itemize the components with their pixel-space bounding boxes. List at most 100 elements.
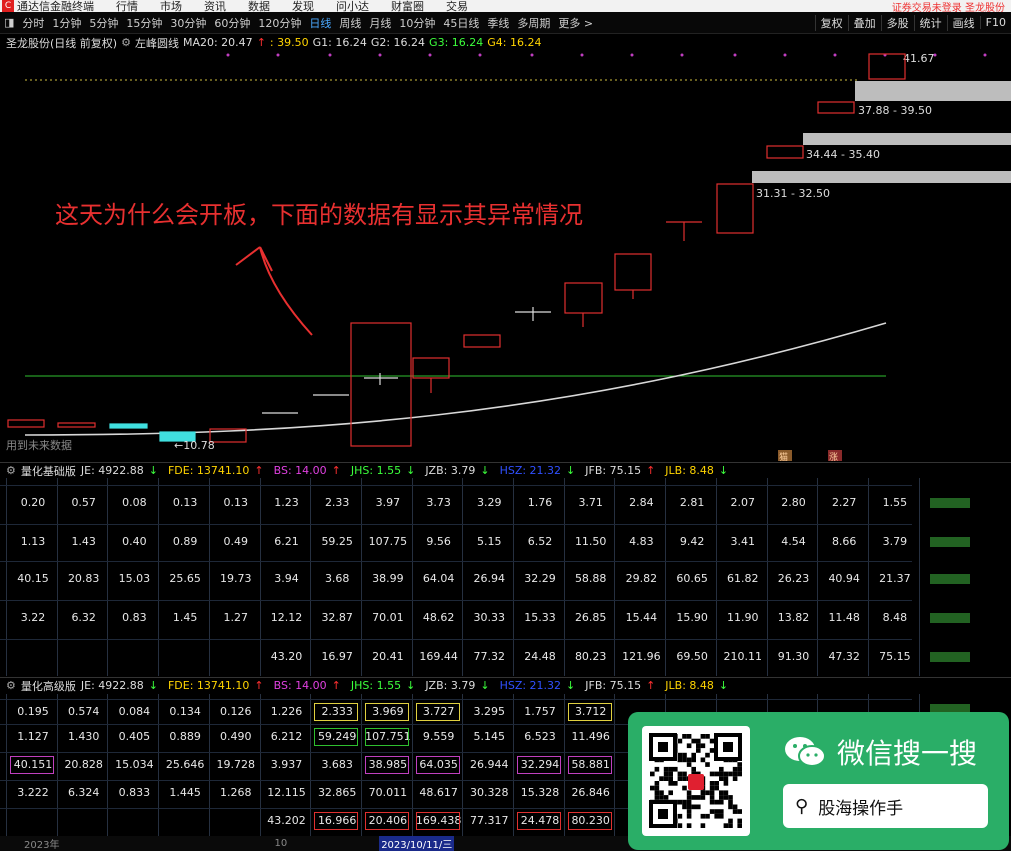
- hsz-value: HSZ: 21.32 ↓: [499, 464, 576, 477]
- table-cell: 1.430: [67, 730, 100, 743]
- table-cell: 0.13: [223, 496, 249, 509]
- resistance-zone-1: [855, 81, 1011, 101]
- cursor-date: 2023/10/11/三: [379, 836, 455, 851]
- tab-10min[interactable]: 10分钟: [395, 15, 439, 31]
- qr-code-icon: [642, 726, 750, 836]
- table-cell: 26.94: [473, 572, 506, 585]
- table-cell: 0.08: [122, 496, 147, 509]
- overlay-button[interactable]: 叠加: [847, 14, 881, 31]
- table-cell: 6.324: [67, 786, 100, 799]
- tab-daily[interactable]: 日线: [305, 15, 335, 31]
- tab-multi-period[interactable]: 多周期: [513, 15, 554, 31]
- table-cell: 25.646: [165, 758, 205, 771]
- tab-60min[interactable]: 60分钟: [210, 15, 254, 31]
- tab-45day[interactable]: 45日线: [439, 15, 483, 31]
- table-cell: 9.559: [422, 730, 455, 743]
- advanced-indicator-header: ⚙ 量化高级版 JE: 4922.88 ↓ FDE: 13741.10 ↑ BS: …: [0, 677, 1011, 693]
- table-cell: 169.44: [419, 650, 458, 663]
- blurred-label: [930, 498, 970, 508]
- wechat-search-banner[interactable]: 微信搜一搜 ⚲ 股海操作手: [628, 712, 1009, 850]
- tab-intraday[interactable]: 分时: [18, 15, 48, 31]
- f10-button[interactable]: F10: [979, 16, 1011, 29]
- tab-120min[interactable]: 120分钟: [254, 15, 305, 31]
- table-cell: 0.49: [223, 535, 249, 548]
- menu-item-app[interactable]: 通达信金融终端: [17, 0, 94, 12]
- table-cell: 1.127: [17, 730, 49, 743]
- highlight-box: [314, 703, 359, 721]
- table-cell: 32.865: [317, 786, 357, 799]
- table-cell: 1.757: [524, 705, 556, 718]
- grid-hline: [0, 639, 912, 640]
- table-cell: 3.71: [578, 496, 603, 509]
- jfb-value: JFB: 75.15 ↑: [585, 679, 656, 692]
- indicator-name[interactable]: 左峰圆线: [135, 35, 179, 51]
- table-cell: 4.83: [629, 535, 654, 548]
- table-cell: 0.195: [17, 705, 49, 718]
- layout-icon[interactable]: ◨: [0, 16, 18, 29]
- tab-15min[interactable]: 15分钟: [122, 15, 166, 31]
- tab-5min[interactable]: 5分钟: [85, 15, 122, 31]
- chart-info-bar: 圣龙股份(日线 前复权) ⚙ 左峰圆线 MA20: 20.47 ↑ : 39.50…: [0, 34, 1011, 51]
- table-cell: 29.82: [625, 572, 658, 585]
- indicator-name[interactable]: 量化基础版: [21, 463, 76, 479]
- table-row: 1.13 1.43 0.40 0.89 0.49 6.21 59.25 107.75 9.56 5…: [0, 532, 1011, 552]
- table-cell: 2.84: [629, 496, 654, 509]
- draw-button[interactable]: 画线: [946, 14, 980, 31]
- table-cell: 15.33: [524, 611, 556, 624]
- menu-item-news[interactable]: 资讯: [204, 0, 226, 12]
- settings-icon[interactable]: ⚙: [6, 679, 16, 692]
- tab-30min[interactable]: 30分钟: [166, 15, 210, 31]
- table-cell: 107.75: [368, 535, 408, 548]
- highlight-box: [415, 756, 460, 774]
- table-cell: 30.33: [473, 611, 506, 624]
- grid-hline: [0, 485, 912, 486]
- candlestick-chart[interactable]: 41.67 37.88 - 39.50 34.44 - 35.40 31.31 …: [0, 51, 1011, 461]
- table-cell: 20.828: [64, 758, 103, 771]
- tab-monthly[interactable]: 月线: [365, 15, 395, 31]
- table-cell: 3.222: [17, 786, 49, 799]
- menu-item-ask[interactable]: 问小达: [336, 0, 369, 12]
- table-cell: 3.22: [20, 611, 46, 624]
- settings-icon[interactable]: ⚙: [6, 464, 16, 477]
- table-cell: 3.68: [324, 572, 350, 585]
- tab-quarterly[interactable]: 季线: [483, 15, 513, 31]
- tick-label: 10: [274, 838, 288, 849]
- bs-value: BS: 14.00 ↑: [273, 464, 341, 477]
- multi-stock-button[interactable]: 多股: [880, 14, 914, 31]
- settings-icon[interactable]: ⚙: [121, 36, 131, 49]
- menu-item-quotes[interactable]: 行情: [116, 0, 138, 12]
- table-cell: 1.55: [882, 496, 908, 509]
- tab-1min[interactable]: 1分钟: [48, 15, 85, 31]
- je-value: JE: 4922.88 ↓: [80, 464, 158, 477]
- table-cell: 61.82: [727, 572, 759, 585]
- table-cell: 1.43: [71, 535, 96, 548]
- tab-weekly[interactable]: 周线: [335, 15, 365, 31]
- menu-item-trade[interactable]: 交易: [446, 0, 468, 12]
- table-cell: 11.50: [574, 535, 607, 548]
- highlight-box: [364, 812, 409, 830]
- menu-item-data[interactable]: 数据: [248, 0, 270, 12]
- wechat-search-box[interactable]: ⚲ 股海操作手: [783, 784, 988, 828]
- adjust-button[interactable]: 复权: [814, 14, 848, 31]
- wechat-icon: [785, 737, 826, 767]
- table-cell: 0.89: [172, 535, 198, 548]
- ma20-value: MA20: 20.47 ↑: [182, 36, 266, 49]
- login-status[interactable]: 证券交易未登录 圣龙股份: [892, 0, 1005, 13]
- table-cell: 80.23: [574, 650, 607, 663]
- menu-item-discover[interactable]: 发现: [292, 0, 314, 12]
- highlight-box: [415, 703, 460, 721]
- highlight-box: [314, 812, 359, 830]
- stats-button[interactable]: 统计: [913, 14, 947, 31]
- table-cell: 0.889: [169, 730, 201, 743]
- hsz-value: HSZ: 21.32 ↓: [499, 679, 576, 692]
- highlight-box: [567, 703, 612, 721]
- zone-label-1: 37.88 - 39.50: [858, 104, 932, 117]
- indicator-name[interactable]: 量化高级版: [21, 678, 76, 694]
- table-cell: 19.728: [216, 758, 256, 771]
- table-cell: 6.32: [71, 611, 96, 624]
- menu-item-wealth[interactable]: 财富圈: [391, 0, 424, 12]
- price-top-label: 41.67: [903, 52, 935, 65]
- table-row: 43.20 16.97 20.41 169.44 77.32 24.48 80.23 121.…: [0, 647, 1011, 667]
- tab-more[interactable]: 更多 >: [554, 15, 597, 31]
- menu-item-market[interactable]: 市场: [160, 0, 182, 12]
